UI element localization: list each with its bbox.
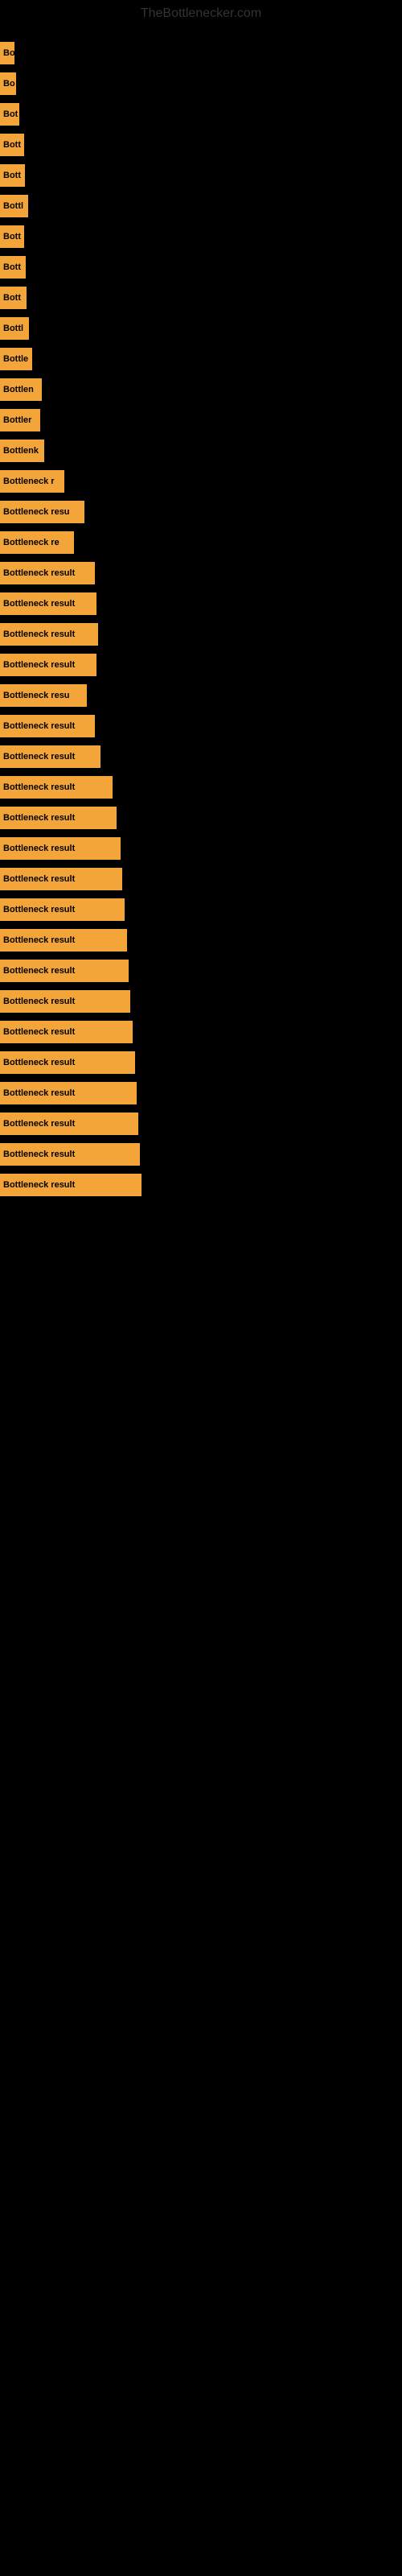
bottleneck-result-bar: Bottleneck result bbox=[0, 1143, 140, 1166]
bottleneck-result-bar: Bottleneck result bbox=[0, 745, 100, 768]
bottleneck-result-bar: Bottleneck r bbox=[0, 470, 64, 493]
bar-row: Bottleneck result bbox=[0, 1050, 402, 1075]
bar-row: Bottleneck result bbox=[0, 1080, 402, 1106]
bottleneck-result-bar: Bott bbox=[0, 287, 27, 309]
bar-row: Bottleneck result bbox=[0, 652, 402, 678]
bar-row: Bottleneck resu bbox=[0, 683, 402, 708]
bar-row: Bo bbox=[0, 40, 402, 66]
bottleneck-result-bar: Bottleneck result bbox=[0, 1082, 137, 1104]
bar-row: Bottleneck result bbox=[0, 989, 402, 1014]
bar-row: Bottleneck result bbox=[0, 713, 402, 739]
bars-container: Bo Bo Bot Bott Bott Bottl Bott Bott Bott Bottl Bot… bbox=[0, 27, 402, 1211]
bottleneck-result-bar: Bottleneck result bbox=[0, 623, 98, 646]
bar-row: Bottleneck result bbox=[0, 560, 402, 586]
bottleneck-result-bar: Bottleneck result bbox=[0, 1113, 138, 1135]
bottleneck-result-bar: Bottleneck resu bbox=[0, 684, 87, 707]
bar-row: Bott bbox=[0, 254, 402, 280]
bar-row: Bottleneck result bbox=[0, 927, 402, 953]
bottleneck-result-bar: Bottleneck result bbox=[0, 960, 129, 982]
bottleneck-result-bar: Bottleneck re bbox=[0, 531, 74, 554]
bottleneck-result-bar: Bottlen bbox=[0, 378, 42, 401]
bottleneck-result-bar: Bottleneck result bbox=[0, 1021, 133, 1043]
bar-row: Bott bbox=[0, 163, 402, 188]
bottleneck-result-bar: Bott bbox=[0, 225, 24, 248]
bar-row: Bottleneck re bbox=[0, 530, 402, 555]
bar-row: Bottleneck result bbox=[0, 1111, 402, 1137]
bottleneck-result-bar: Bottleneck result bbox=[0, 929, 127, 952]
bar-row: Bottleneck result bbox=[0, 897, 402, 923]
bar-row: Bottl bbox=[0, 316, 402, 341]
bottleneck-result-bar: Bo bbox=[0, 72, 16, 95]
bottleneck-result-bar: Bottleneck result bbox=[0, 776, 113, 799]
bottleneck-result-bar: Bottleneck result bbox=[0, 837, 121, 860]
bottleneck-result-bar: Bottl bbox=[0, 195, 28, 217]
bar-row: Bottler bbox=[0, 407, 402, 433]
site-title: TheBottlenecker.com bbox=[0, 0, 402, 27]
bottleneck-result-bar: Bottleneck result bbox=[0, 990, 130, 1013]
bar-row: Bottleneck result bbox=[0, 774, 402, 800]
bottleneck-result-bar: Bottle bbox=[0, 348, 32, 370]
bar-row: Bottleneck result bbox=[0, 805, 402, 831]
bar-row: Bott bbox=[0, 224, 402, 250]
bottleneck-result-bar: Bottleneck resu bbox=[0, 501, 84, 523]
bar-row: Bottleneck result bbox=[0, 621, 402, 647]
bar-row: Bott bbox=[0, 132, 402, 158]
bottleneck-result-bar: Bottleneck result bbox=[0, 868, 122, 890]
bar-row: Bottleneck result bbox=[0, 591, 402, 617]
bottleneck-result-bar: Bot bbox=[0, 103, 19, 126]
bottleneck-result-bar: Bott bbox=[0, 256, 26, 279]
bottleneck-result-bar: Bottleneck result bbox=[0, 1174, 142, 1196]
bar-row: Bottlenk bbox=[0, 438, 402, 464]
bar-row: Bottleneck result bbox=[0, 1141, 402, 1167]
bar-row: Bott bbox=[0, 285, 402, 311]
bar-row: Bo bbox=[0, 71, 402, 97]
bottleneck-result-bar: Bo bbox=[0, 42, 14, 64]
bar-row: Bottle bbox=[0, 346, 402, 372]
bottleneck-result-bar: Bottler bbox=[0, 409, 40, 431]
bottleneck-result-bar: Bottleneck result bbox=[0, 898, 125, 921]
bottleneck-result-bar: Bottleneck result bbox=[0, 715, 95, 737]
bottleneck-result-bar: Bott bbox=[0, 134, 24, 156]
bottleneck-result-bar: Bottleneck result bbox=[0, 562, 95, 584]
bottleneck-result-bar: Bottleneck result bbox=[0, 592, 96, 615]
bar-row: Bottleneck result bbox=[0, 866, 402, 892]
bar-row: Bottleneck r bbox=[0, 469, 402, 494]
bar-row: Bottleneck result bbox=[0, 836, 402, 861]
bar-row: Bottleneck result bbox=[0, 1172, 402, 1198]
bar-row: Bottlen bbox=[0, 377, 402, 402]
bottleneck-result-bar: Bottl bbox=[0, 317, 29, 340]
bar-row: Bottleneck resu bbox=[0, 499, 402, 525]
bar-row: Bottleneck result bbox=[0, 958, 402, 984]
bottleneck-result-bar: Bottleneck result bbox=[0, 807, 117, 829]
bottleneck-result-bar: Bottleneck result bbox=[0, 1051, 135, 1074]
bar-row: Bottleneck result bbox=[0, 744, 402, 770]
bar-row: Bottl bbox=[0, 193, 402, 219]
bottleneck-result-bar: Bott bbox=[0, 164, 25, 187]
bottleneck-result-bar: Bottleneck result bbox=[0, 654, 96, 676]
bottleneck-result-bar: Bottlenk bbox=[0, 440, 44, 462]
bar-row: Bottleneck result bbox=[0, 1019, 402, 1045]
bar-row: Bot bbox=[0, 101, 402, 127]
